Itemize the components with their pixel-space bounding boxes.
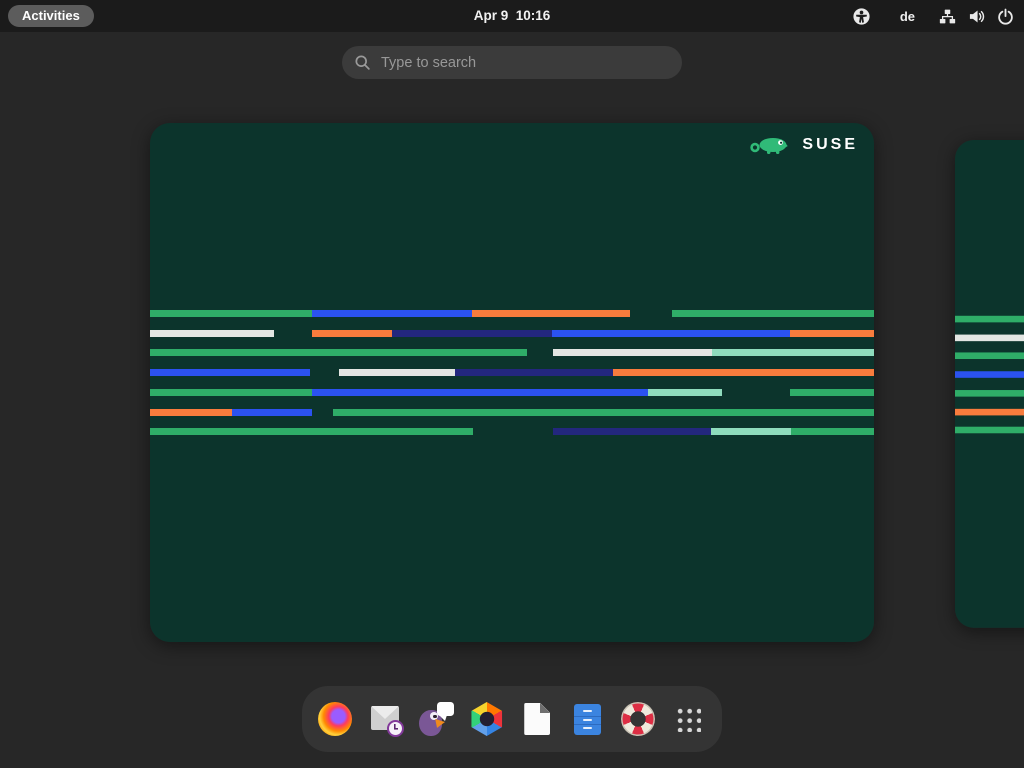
wallpaper-stripe xyxy=(712,349,874,356)
libreoffice-writer-icon xyxy=(524,703,550,735)
dock-item-libreoffice-writer[interactable] xyxy=(513,689,561,749)
suse-wallpaper xyxy=(955,140,1024,628)
wallpaper-stripe xyxy=(150,310,312,317)
wallpaper-stripe xyxy=(150,330,274,337)
software-icon xyxy=(470,702,504,736)
wallpaper-stripe xyxy=(955,335,1024,342)
activities-button[interactable]: Activities xyxy=(8,5,94,27)
firefox-icon xyxy=(318,702,352,736)
dock-item-files[interactable] xyxy=(564,689,612,749)
wallpaper-stripe xyxy=(312,389,648,396)
suse-logo: SUSE xyxy=(748,134,858,156)
wallpaper-stripe xyxy=(790,389,874,396)
wallpaper-stripe xyxy=(648,389,722,396)
clock[interactable]: Apr 9 10:16 xyxy=(474,0,551,32)
suse-wallpaper: SUSE xyxy=(150,123,874,642)
wallpaper-stripe xyxy=(472,310,630,317)
dock-item-software[interactable] xyxy=(463,689,511,749)
suse-logo-text: SUSE xyxy=(802,136,858,154)
wallpaper-stripe xyxy=(553,428,711,435)
workspace-preview-active[interactable]: SUSE xyxy=(150,123,874,642)
search-bar xyxy=(342,46,682,79)
wallpaper-stripe xyxy=(232,409,312,416)
wallpaper-stripe xyxy=(955,371,1024,378)
wallpaper-stripe xyxy=(955,390,1024,397)
wallpaper-stripe xyxy=(150,428,473,435)
wallpaper-stripe xyxy=(955,427,1024,434)
volume-icon[interactable] xyxy=(968,8,985,25)
wallpaper-stripe xyxy=(955,352,1024,359)
wallpaper-stripe xyxy=(672,310,874,317)
wallpaper-stripe xyxy=(150,389,312,396)
wallpaper-stripe xyxy=(150,369,310,376)
wallpaper-stripe xyxy=(613,369,874,376)
dock-item-show-applications[interactable] xyxy=(665,689,713,749)
dock-item-pidgin[interactable] xyxy=(412,689,460,749)
evolution-mail-icon xyxy=(369,702,403,736)
wallpaper-stripe xyxy=(553,349,712,356)
wallpaper-stripe xyxy=(791,428,874,435)
wallpaper-stripe xyxy=(790,330,874,337)
accessibility-icon[interactable] xyxy=(853,8,870,25)
help-lifebuoy-icon xyxy=(621,702,655,736)
gnome-activities-overview: { "top_bar": { "activities_label": "Acti… xyxy=(0,0,1024,768)
top-bar: Activities Apr 9 10:16 de xyxy=(0,0,1024,32)
wallpaper-stripe xyxy=(312,330,392,337)
wallpaper-stripe xyxy=(455,369,613,376)
files-icon xyxy=(574,704,601,735)
wallpaper-stripe xyxy=(955,316,1024,323)
wallpaper-stripe xyxy=(711,428,791,435)
system-tray: de xyxy=(853,0,1014,32)
workspace-preview-next[interactable] xyxy=(955,140,1024,628)
search-input[interactable] xyxy=(381,55,670,71)
suse-chameleon-icon xyxy=(748,134,794,156)
dash xyxy=(302,686,722,752)
wallpaper-stripe xyxy=(955,409,1024,416)
keyboard-layout-indicator[interactable]: de xyxy=(900,9,915,24)
show-apps-grid-icon xyxy=(676,707,701,732)
wallpaper-stripe xyxy=(392,330,552,337)
wallpaper-stripe xyxy=(339,369,455,376)
search-icon xyxy=(354,54,371,71)
wallpaper-stripe xyxy=(333,409,874,416)
wallpaper-stripe xyxy=(312,310,472,317)
dock-item-firefox[interactable] xyxy=(311,689,359,749)
dock-item-evolution[interactable] xyxy=(362,689,410,749)
dock-item-help[interactable] xyxy=(614,689,662,749)
pidgin-icon xyxy=(418,702,454,736)
network-wired-icon[interactable] xyxy=(939,8,956,25)
wallpaper-stripe xyxy=(552,330,790,337)
wallpaper-stripe xyxy=(150,349,527,356)
power-icon[interactable] xyxy=(997,8,1014,25)
wallpaper-stripe xyxy=(150,409,232,416)
